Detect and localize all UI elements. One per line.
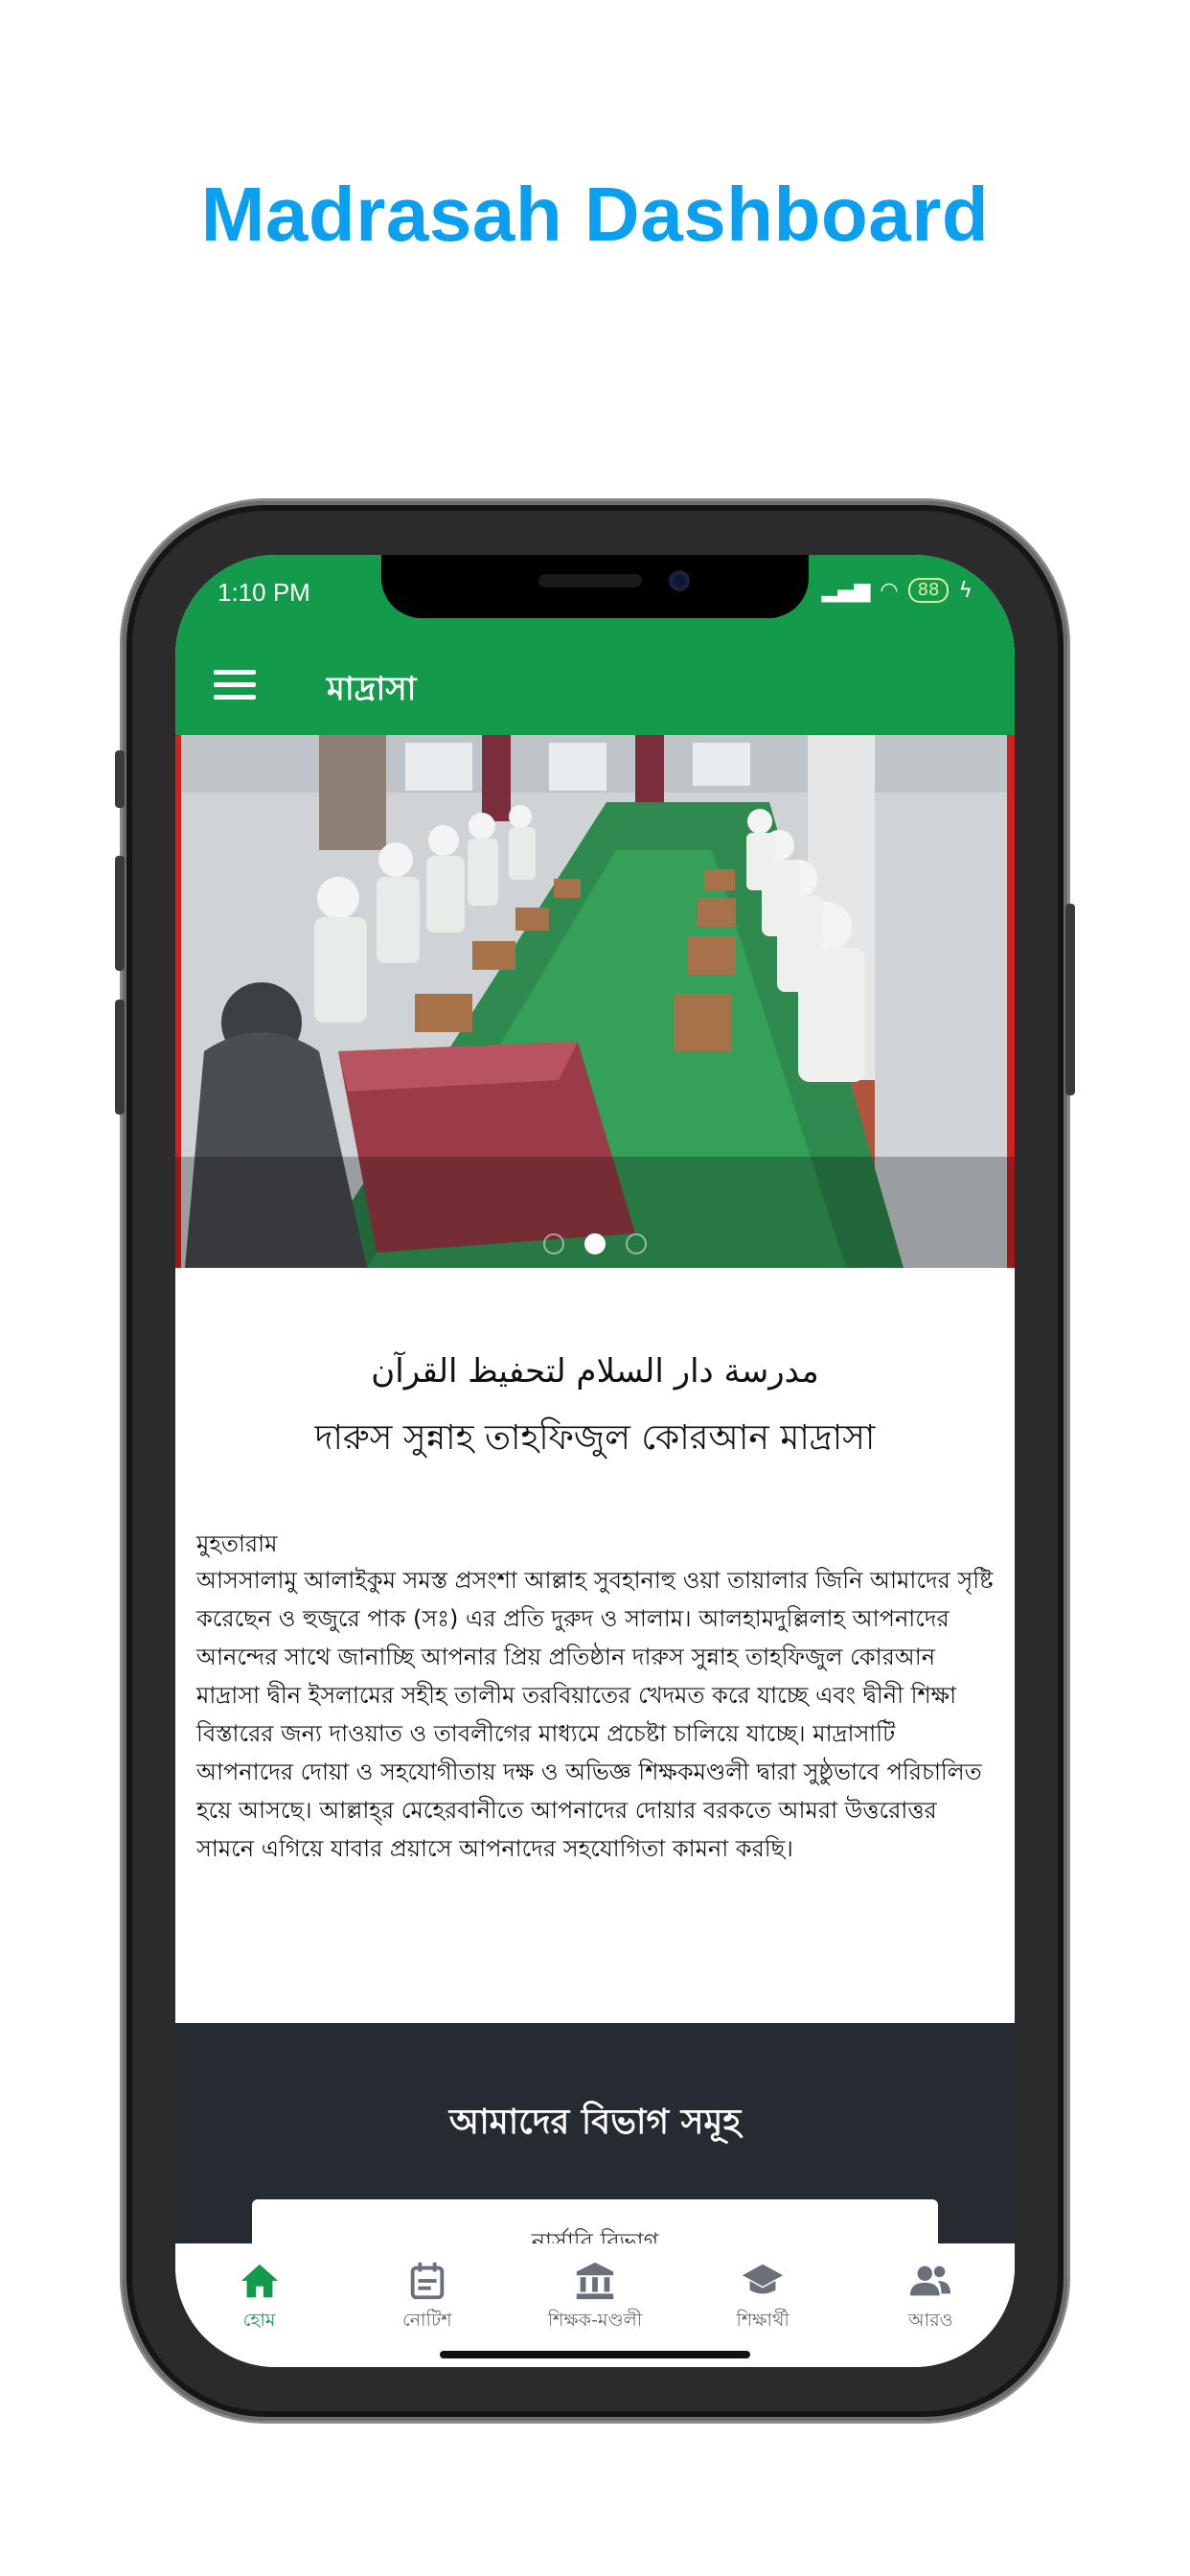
app-bar-title: মাদ্রাসা	[327, 670, 417, 708]
nav-item-home[interactable]: হোম	[188, 2259, 332, 2337]
volume-up-button	[115, 856, 125, 971]
status-time: 1:10 PM	[217, 578, 310, 607]
nav-label: হোম	[242, 2310, 276, 2331]
notice-icon	[410, 2262, 445, 2300]
carousel-photo	[175, 735, 1015, 1268]
status-icons: ▂▄▆ ◠ 88 ϟ	[822, 578, 973, 603]
image-carousel[interactable]	[175, 735, 1015, 1268]
device-notch	[381, 555, 809, 618]
signal-icon: ▂▄▆	[821, 578, 871, 603]
carousel-indicators	[175, 1233, 1015, 1258]
departments-section: আমাদের বিভাগ সমূহ নার্সারি বিভাগ	[175, 2023, 1015, 2276]
carousel-dot[interactable]	[542, 1233, 564, 1254]
speaker-grille	[538, 574, 642, 587]
arabic-madrasah-name: مدرسة دار السلام لتحفيظ القرآن	[371, 1352, 819, 1391]
nav-label: শিক্ষার্থী	[736, 2310, 790, 2331]
intro-section: مدرسة دار السلام لتحفيظ القرآن দারুস সুন…	[175, 1268, 1015, 2023]
volume-down-button	[115, 1000, 125, 1115]
menu-icon[interactable]	[214, 670, 256, 701]
departments-title: আমাদের বিভাগ সমূহ	[448, 2103, 742, 2142]
bottom-navigation: হোম নোটিশ শিক্ষক-মণ্ডলী শিক্ষার্থী আরও	[175, 2243, 1015, 2367]
app-screen: 1:10 PM ▂▄▆ ◠ 88 ϟ মাদ্রাসা مدرسة دار ال…	[175, 555, 1015, 2367]
people-icon	[910, 2266, 951, 2296]
home-indicator[interactable]	[440, 2351, 750, 2358]
nav-item-more[interactable]: আরও	[858, 2259, 1002, 2337]
battery-icon: 88	[907, 578, 950, 603]
phone-frame: 1:10 PM ▂▄▆ ◠ 88 ϟ মাদ্রাসা مدرسة دار ال…	[115, 501, 1075, 2421]
salutation-text: মুহতারাম	[196, 1530, 278, 1557]
carousel-dot[interactable]	[626, 1233, 648, 1254]
bengali-madrasah-name: দারুস সুন্নাহ তাহফিজুল কোরআন মাদ্রাসা	[314, 1418, 876, 1458]
nav-item-teachers[interactable]: শিক্ষক-মণ্ডলী	[523, 2259, 667, 2337]
nav-item-notice[interactable]: নোটিশ	[355, 2259, 499, 2337]
intro-paragraph: আসসালামু আলাইকুম সমস্ত প্রসংশা আল্লাহ সু…	[196, 1567, 994, 1862]
nav-label: নোটিশ	[401, 2310, 452, 2331]
front-camera	[669, 570, 690, 591]
nav-item-students[interactable]: শিক্ষার্থী	[691, 2259, 835, 2337]
institution-icon	[576, 2262, 614, 2300]
app-bar: মাদ্রাসা	[175, 635, 1015, 735]
nav-label: শিক্ষক-মণ্ডলী	[547, 2310, 643, 2331]
mute-switch	[115, 750, 125, 808]
power-button	[1065, 904, 1075, 1095]
nav-label: আরও	[908, 2310, 953, 2331]
wifi-icon: ◠	[880, 578, 899, 603]
promo-headline: Madrasah Dashboard	[200, 172, 990, 257]
charging-icon: ϟ	[958, 578, 973, 603]
graduation-cap-icon	[743, 2264, 784, 2294]
home-icon	[240, 2264, 278, 2298]
carousel-dot-active[interactable]	[584, 1233, 606, 1254]
